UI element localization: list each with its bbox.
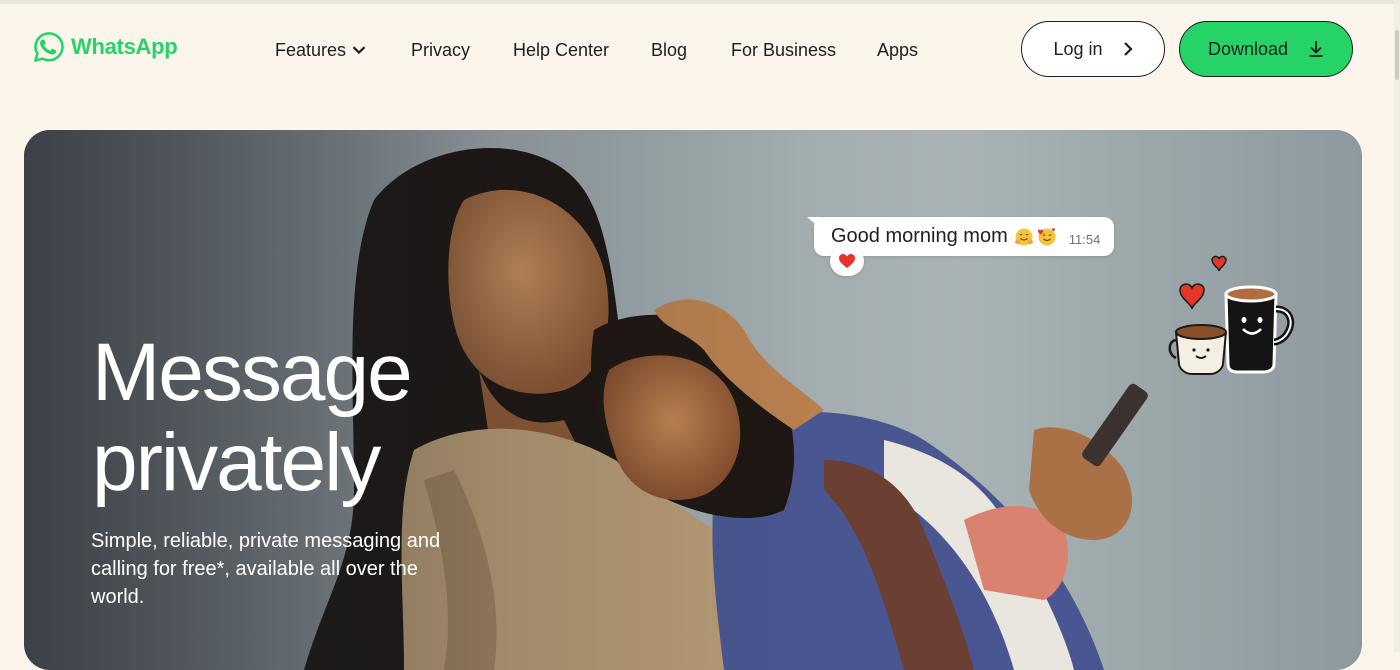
nav-item-label: Privacy [411,40,471,60]
coffee-mugs-sticker-icon [1168,255,1295,375]
chat-message-time: 11:54 [1068,232,1101,247]
chat-reaction [830,246,864,276]
download-icon [1309,41,1323,57]
headline-line-2: privately [92,417,381,508]
scrollbar-thumb[interactable] [1395,30,1399,80]
nav-item-apps[interactable]: Apps [877,40,918,60]
download-button[interactable]: Download [1179,21,1353,77]
chevron-down-icon [352,46,366,55]
hero-subtitle: Simple, reliable, private messaging and … [91,530,441,608]
download-label: Download [1207,38,1289,59]
nav-item-label: For Business [731,40,837,60]
nav-item-blog[interactable]: Blog [651,40,687,60]
login-label: Log in [1053,38,1103,59]
chevron-right-icon [1123,42,1133,56]
nav-item-label: Features [275,40,347,60]
red-heart-emoji-icon [839,254,855,268]
nav-item-for-business[interactable]: For Business [731,40,836,60]
nav-item-label: Apps [877,40,919,60]
site-header: WhatsApp Features Privacy Help Center Bl… [0,4,1392,96]
login-button[interactable]: Log in [1021,21,1165,77]
chat-emojis [1014,227,1057,247]
smiling-face-with-hearts-emoji-icon [1037,227,1056,245]
headline-line-1: Message [92,327,413,418]
bubble-tail [807,217,821,229]
brand-name: WhatsApp [71,34,178,59]
whatsapp-logo-icon [34,32,64,62]
nav-item-label: Blog [651,40,688,60]
nav-item-features[interactable]: Features [275,40,366,60]
hugging-face-emoji-icon [1014,228,1033,245]
chat-message-text: Good morning mom [831,225,1008,247]
scrollbar[interactable] [1394,0,1400,652]
whatsapp-logo-link[interactable]: WhatsApp [32,30,178,64]
nav-item-privacy[interactable]: Privacy [411,40,470,60]
hero-headline: Message privately [92,327,413,508]
nav-item-help-center[interactable]: Help Center [513,40,609,60]
nav-item-label: Help Center [513,40,610,60]
hero-section: Message privately Simple, reliable, priv… [24,130,1362,670]
